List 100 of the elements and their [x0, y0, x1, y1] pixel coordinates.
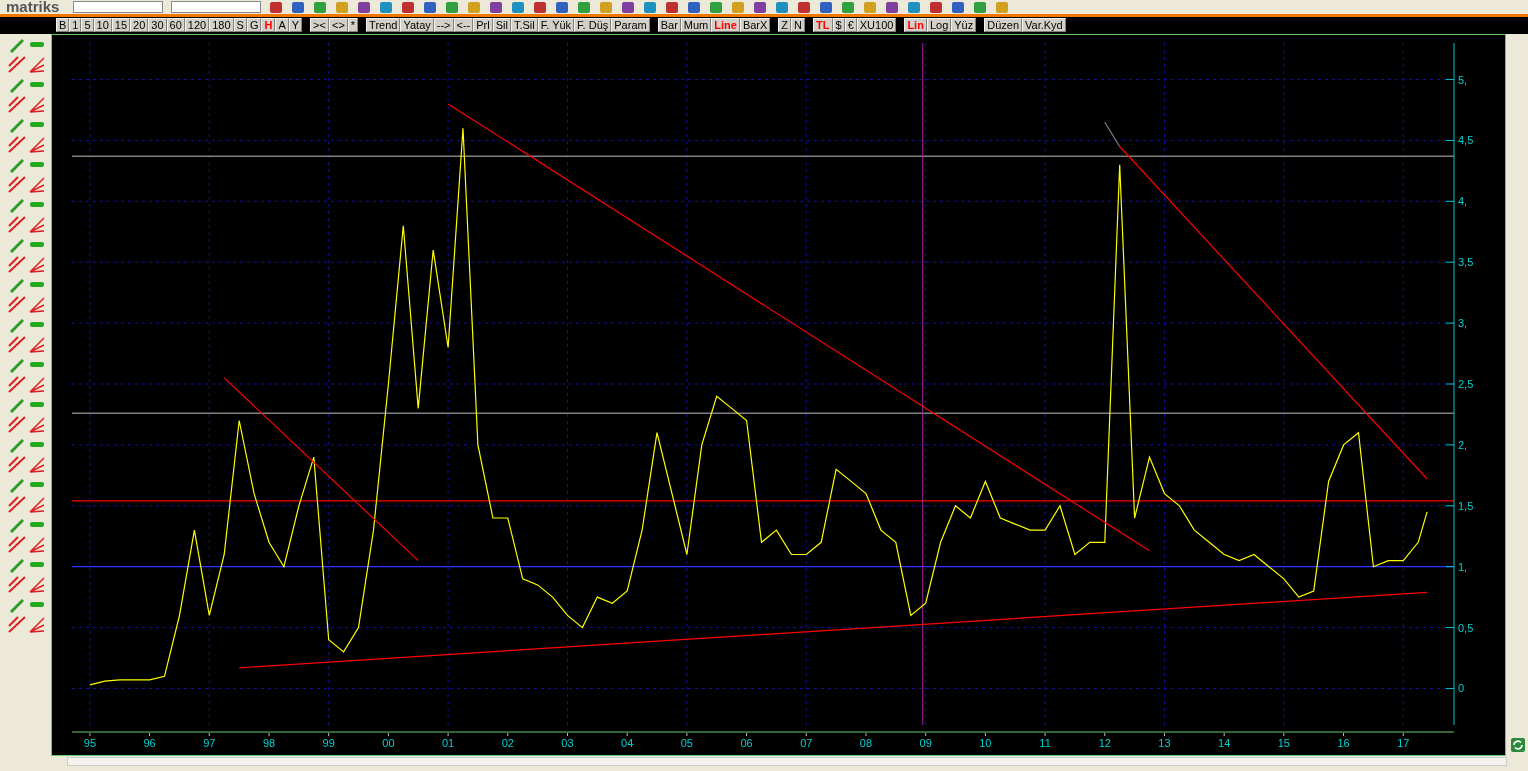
toolbar-icon[interactable] — [313, 0, 328, 14]
toolbar-button[interactable]: N — [791, 18, 806, 32]
line-icon[interactable] — [8, 616, 26, 633]
toolbar-button[interactable]: F. Yük — [537, 18, 575, 32]
line-icon[interactable] — [8, 216, 26, 233]
axis-label: 0,5 — [1458, 621, 1474, 634]
axis-label: 2,5 — [1458, 378, 1474, 390]
toolbar-button[interactable]: <-- — [453, 18, 474, 32]
toolbar-icon[interactable] — [885, 0, 900, 14]
toolbar-button[interactable]: >< — [310, 18, 329, 32]
fan-icon[interactable] — [28, 336, 46, 353]
toolbar-button[interactable]: Mum — [680, 18, 712, 32]
toolbar-icon[interactable] — [951, 0, 966, 14]
toolbar-icon[interactable] — [841, 0, 856, 14]
toolbar-button[interactable]: --> — [433, 18, 454, 32]
toolbar-icon[interactable] — [423, 0, 438, 14]
refresh-icon[interactable] — [1510, 738, 1525, 752]
axis-label: 16 — [1337, 737, 1350, 749]
line-icon[interactable] — [8, 96, 26, 113]
line-icon[interactable] — [8, 536, 26, 553]
toolbar-icon[interactable] — [511, 0, 526, 14]
fan-icon[interactable] — [28, 536, 46, 553]
toolbar-button[interactable]: B — [56, 18, 70, 32]
toolbar-icon[interactable] — [533, 0, 548, 14]
fan-icon[interactable] — [28, 416, 46, 433]
toolbar-icon[interactable] — [797, 0, 812, 14]
toolbar-button[interactable]: BarX — [739, 18, 771, 32]
line-icon[interactable] — [8, 56, 26, 73]
toolbar-button[interactable]: Yüz — [951, 18, 977, 32]
toolbar-icon[interactable] — [665, 0, 680, 14]
toolbar-button[interactable]: * — [347, 18, 359, 32]
fan-icon[interactable] — [28, 256, 46, 273]
line-icon[interactable] — [8, 136, 26, 153]
symbol-field[interactable] — [171, 1, 262, 13]
toolbar-icon[interactable] — [709, 0, 724, 14]
line-icon[interactable] — [8, 176, 26, 193]
toolbar-icon[interactable] — [269, 0, 284, 14]
toolbar-icon[interactable] — [379, 0, 394, 14]
toolbar-button[interactable]: F. Düş — [574, 18, 612, 32]
toolbar-icon[interactable] — [643, 0, 658, 14]
line-icon[interactable] — [8, 496, 26, 513]
toolbar-button[interactable]: Z — [778, 18, 792, 32]
toolbar-icon[interactable] — [555, 0, 570, 14]
horizontal-scrollbar[interactable] — [67, 757, 1508, 766]
axis-label: 14 — [1218, 737, 1231, 749]
fan-icon[interactable] — [28, 376, 46, 393]
toolbar-icon[interactable] — [907, 0, 922, 14]
toolbar-button[interactable]: 20 — [130, 18, 149, 32]
toolbar-button[interactable]: Yatay — [400, 18, 434, 32]
toolbar-button[interactable]: 5 — [81, 18, 94, 32]
fan-icon[interactable] — [28, 56, 46, 73]
toolbar-button[interactable]: 1 — [69, 18, 82, 32]
toolbar-button[interactable]: Trend — [366, 18, 401, 32]
fan-icon[interactable] — [28, 176, 46, 193]
toolbar-icon[interactable] — [621, 0, 636, 14]
toolbar-icon[interactable] — [401, 0, 416, 14]
toolbar-icon[interactable] — [753, 0, 768, 14]
fan-icon[interactable] — [28, 216, 46, 233]
toolbar-button[interactable]: Log — [926, 18, 952, 32]
axis-label: 1, — [1458, 560, 1468, 573]
line-icon[interactable] — [8, 576, 26, 593]
toolbar-icon[interactable] — [489, 0, 504, 14]
toolbar-icon[interactable] — [357, 0, 372, 14]
toolbar-icon[interactable] — [775, 0, 790, 14]
fan-icon[interactable] — [28, 576, 46, 593]
toolbar-button[interactable]: XU100 — [856, 18, 897, 32]
line-icon[interactable] — [8, 416, 26, 433]
toolbar-button[interactable]: Düzen — [984, 18, 1022, 32]
toolbar-button[interactable]: 30 — [148, 18, 167, 32]
fan-icon[interactable] — [28, 296, 46, 313]
axis-label: 99 — [322, 737, 336, 749]
line-icon[interactable] — [8, 376, 26, 393]
line-icon[interactable] — [8, 256, 26, 273]
toolbar-icon[interactable] — [687, 0, 702, 14]
toolbar-button[interactable]: Var.Kyd — [1022, 18, 1066, 32]
toolbar-button[interactable]: A — [275, 18, 289, 32]
symbol-field[interactable] — [73, 1, 164, 13]
toolbar-icon[interactable] — [445, 0, 460, 14]
line-icon[interactable] — [8, 456, 26, 473]
toolbar-icon[interactable] — [577, 0, 592, 14]
axis-label: 3, — [1458, 317, 1468, 330]
toolbar-button[interactable]: T.Sil — [510, 18, 538, 32]
fan-icon[interactable] — [28, 616, 46, 633]
axis-label: 13 — [1158, 737, 1171, 749]
fan-icon[interactable] — [28, 456, 46, 473]
axis-label: 5, — [1458, 73, 1468, 86]
toolbar-button[interactable]: 180 — [209, 18, 234, 32]
toolbar-button[interactable]: Prl — [473, 18, 493, 32]
line-icon[interactable] — [8, 296, 26, 313]
toolbar-button[interactable]: Param — [611, 18, 650, 32]
toolbar-icon[interactable] — [929, 0, 944, 14]
fan-icon[interactable] — [28, 496, 46, 513]
toolbar-icon[interactable] — [291, 0, 306, 14]
toolbar-icon[interactable] — [819, 0, 834, 14]
toolbar-icon[interactable] — [973, 0, 988, 14]
toolbar-button[interactable]: Bar — [657, 18, 681, 32]
toolbar-button[interactable]: 120 — [184, 18, 210, 32]
fan-icon[interactable] — [28, 136, 46, 153]
fan-icon[interactable] — [28, 96, 46, 113]
line-icon[interactable] — [8, 336, 26, 353]
